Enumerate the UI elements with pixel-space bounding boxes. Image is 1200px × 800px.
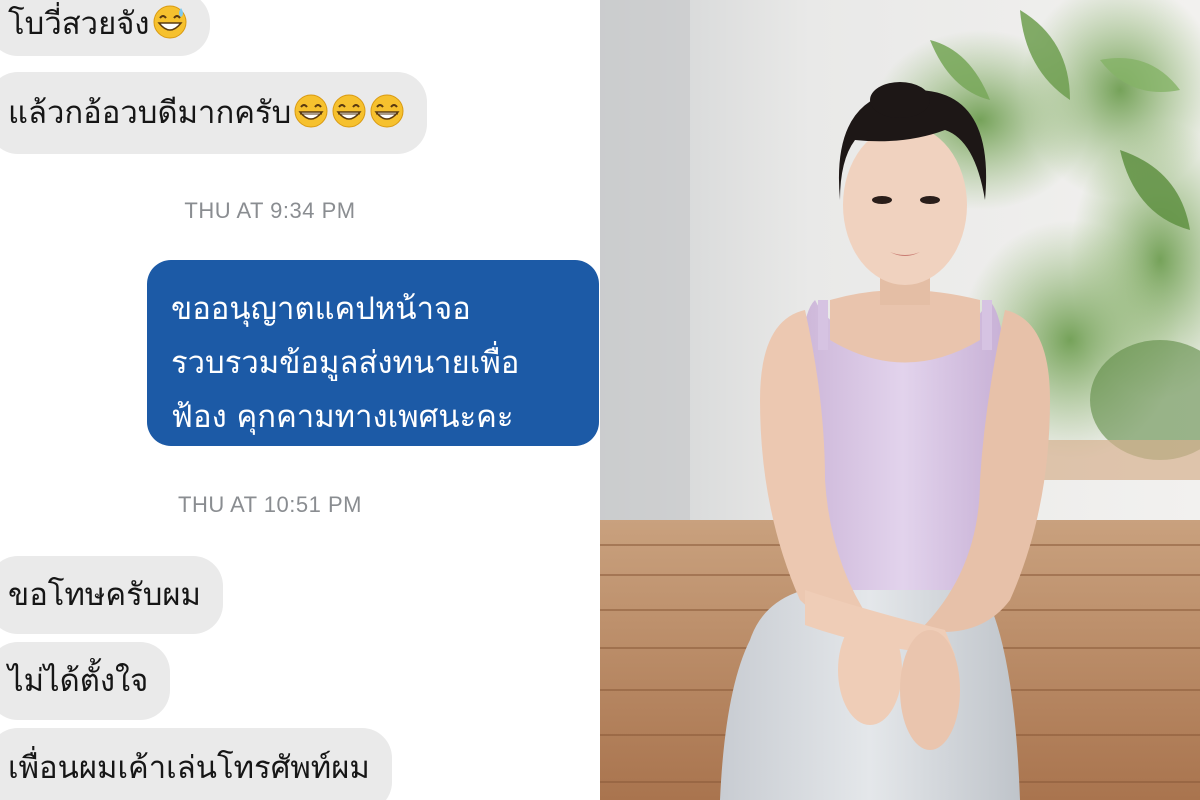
timestamp: THU AT 10:51 PM [178,492,362,517]
portrait-photo [600,0,1200,800]
photo-illustration [600,0,1200,800]
incoming-message-2: แล้วกอ้อวบดีมากครับ [0,72,428,154]
face [843,125,967,285]
message-text: โบวี่สวยจัง [8,6,150,42]
incoming-message-1: โบวี่สวยจัง [0,0,210,56]
chat-screenshot: โบวี่สวยจัง แล้วกอ้อวบดีมากครับ THU AT 9… [0,0,600,800]
message-text: ไม่ได้ตั้งใจ [8,663,149,699]
outgoing-message: ขออนุญาตแคปหน้าจอ รวบรวมข้อมูลส่งทนายเพื… [147,260,599,446]
grinning-face-with-sweat-icon [153,5,187,39]
message-text: แล้วกอ้อวบดีมากครับ [8,95,292,131]
incoming-message-3: ขอโทษครับผม [0,556,223,634]
beaming-face-icon [332,94,366,128]
message-line: รวบรวมข้อมูลส่งทนายเพื่อ [171,345,520,381]
message-text: ขอโทษครับผม [8,577,201,613]
message-line: ฟ้อง คุกคามทางเพศนะคะ [171,399,514,435]
incoming-message-4: ไม่ได้ตั้งใจ [0,642,171,720]
message-text: เพื่อนผมเค้าเล่นโทรศัพท์ผม [8,750,370,786]
beaming-face-icon [370,94,404,128]
message-line: ขออนุญาตแคปหน้าจอ [171,291,471,327]
beaming-face-icon [294,94,328,128]
timestamp: THU AT 9:34 PM [184,198,356,223]
incoming-message-5: เพื่อนผมเค้าเล่นโทรศัพท์ผม [0,728,392,800]
collage: โบวี่สวยจัง แล้วกอ้อวบดีมากครับ THU AT 9… [0,0,1200,800]
